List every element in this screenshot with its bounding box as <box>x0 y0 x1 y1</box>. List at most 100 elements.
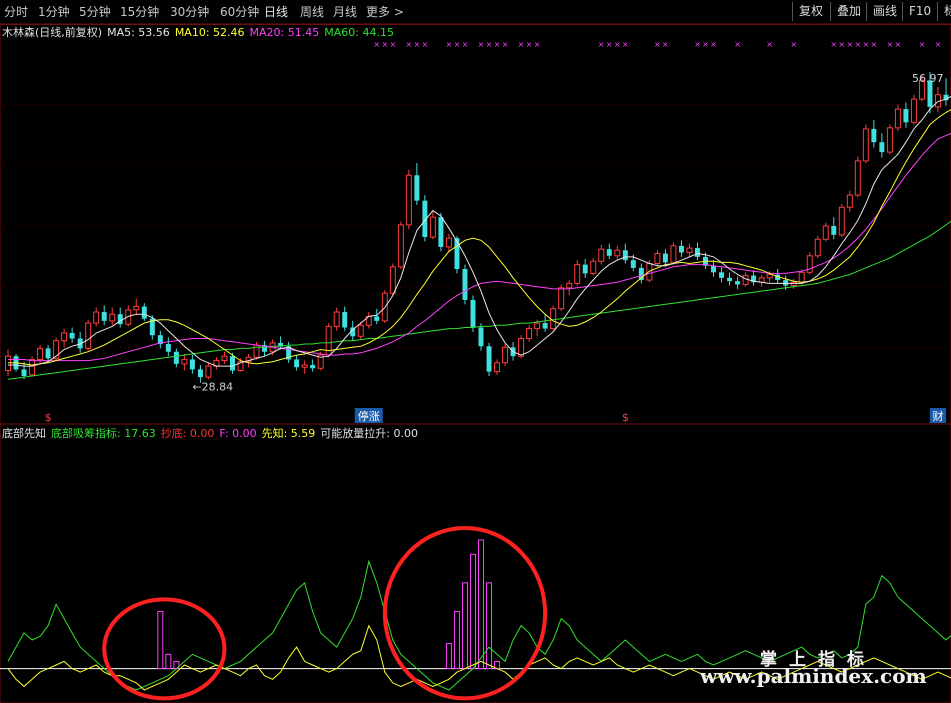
x-mark: × <box>414 40 421 49</box>
candle-body <box>37 347 44 360</box>
x-mark: × <box>862 40 869 49</box>
candle-body <box>814 238 821 257</box>
candle-body <box>582 264 588 274</box>
candle-body <box>694 248 700 257</box>
candle-body <box>5 355 11 371</box>
x-mark: × <box>935 40 942 49</box>
x-mark: × <box>838 40 845 49</box>
x-mark: × <box>895 40 902 49</box>
candle-body <box>21 369 27 377</box>
candle-body <box>342 312 348 328</box>
candle-body <box>678 245 684 253</box>
candle-body <box>822 225 829 240</box>
indicator-bar <box>461 582 468 670</box>
candle-body <box>894 108 901 129</box>
candle-body <box>686 247 693 253</box>
x-mark: × <box>766 40 773 49</box>
x-mark: × <box>790 40 797 49</box>
candle-body <box>454 238 460 270</box>
candle-body <box>886 127 893 153</box>
x-mark: × <box>622 40 629 49</box>
candle-body <box>109 313 116 322</box>
candle-body <box>85 322 92 349</box>
candle-body <box>727 277 733 282</box>
x-mark: × <box>710 40 717 49</box>
candle-body <box>141 306 147 319</box>
candle-body <box>518 338 525 357</box>
x-mark: × <box>389 40 396 49</box>
candle-body <box>542 323 548 329</box>
candle-body <box>117 314 123 325</box>
x-mark: × <box>373 40 380 49</box>
candle-body <box>470 299 476 328</box>
x-mark: × <box>486 40 493 49</box>
candle-body <box>181 358 188 365</box>
candle-body <box>294 359 300 368</box>
candle-body <box>93 311 100 324</box>
x-mark: × <box>446 40 453 49</box>
candle-body <box>333 311 340 327</box>
x-mark: × <box>494 40 501 49</box>
candle-body <box>670 245 677 263</box>
x-mark: × <box>478 40 485 49</box>
candle-body <box>558 287 565 310</box>
x-mark: × <box>598 40 605 49</box>
candle-body <box>429 216 436 238</box>
x-mark: × <box>919 40 926 49</box>
candle-body <box>221 355 228 362</box>
x-mark: × <box>654 40 661 49</box>
candle-body <box>614 249 621 257</box>
candle-body <box>630 260 636 268</box>
candle-body <box>397 224 404 268</box>
x-mark: × <box>734 40 741 49</box>
candle-body <box>478 327 484 347</box>
candle-body <box>711 265 716 273</box>
x-mark: × <box>830 40 837 49</box>
price-max-label: 56.97 <box>912 72 944 85</box>
candle-body <box>29 358 36 376</box>
indicator-bar <box>165 653 172 670</box>
candle-body <box>502 346 509 364</box>
candle-body <box>310 364 316 369</box>
candle-body <box>871 128 877 143</box>
x-mark: × <box>534 40 541 49</box>
indicator-bar <box>478 539 485 670</box>
candle-body <box>606 249 612 256</box>
candle-body <box>790 281 797 287</box>
candle-body <box>357 324 364 337</box>
candle-body <box>622 250 628 261</box>
x-mark: × <box>454 40 461 49</box>
indicator-bar <box>453 610 460 670</box>
candle-body <box>189 359 195 370</box>
candle-body <box>494 362 501 373</box>
x-mark: × <box>502 40 509 49</box>
candle-body <box>165 344 171 352</box>
candle-body <box>566 282 573 289</box>
candle-body <box>879 142 885 153</box>
signal-marker-label: 停涨 <box>358 409 380 423</box>
candle-body <box>414 175 420 201</box>
candle-body <box>654 253 661 265</box>
ma5-line <box>8 95 951 367</box>
x-mark: × <box>694 40 701 49</box>
candle-body <box>846 194 853 208</box>
x-mark: × <box>662 40 669 49</box>
highlight-circle-center <box>382 526 548 701</box>
x-mark: × <box>381 40 388 49</box>
candle-body <box>405 174 412 226</box>
candle-body <box>101 312 107 321</box>
x-mark: × <box>518 40 525 49</box>
candle-body <box>838 206 845 236</box>
price-min-label: ←28.84 <box>192 381 233 394</box>
candle-body <box>798 271 805 283</box>
watermark-url-text: www.palmindex.com <box>700 664 927 688</box>
candle-body <box>662 253 668 263</box>
x-mark: × <box>846 40 853 49</box>
x-mark: × <box>462 40 469 49</box>
indicator-bar <box>445 643 452 670</box>
x-mark: × <box>606 40 613 49</box>
highlight-circle-left <box>102 597 227 701</box>
x-mark: × <box>702 40 709 49</box>
candle-body <box>301 364 308 368</box>
candle-body <box>438 217 444 247</box>
